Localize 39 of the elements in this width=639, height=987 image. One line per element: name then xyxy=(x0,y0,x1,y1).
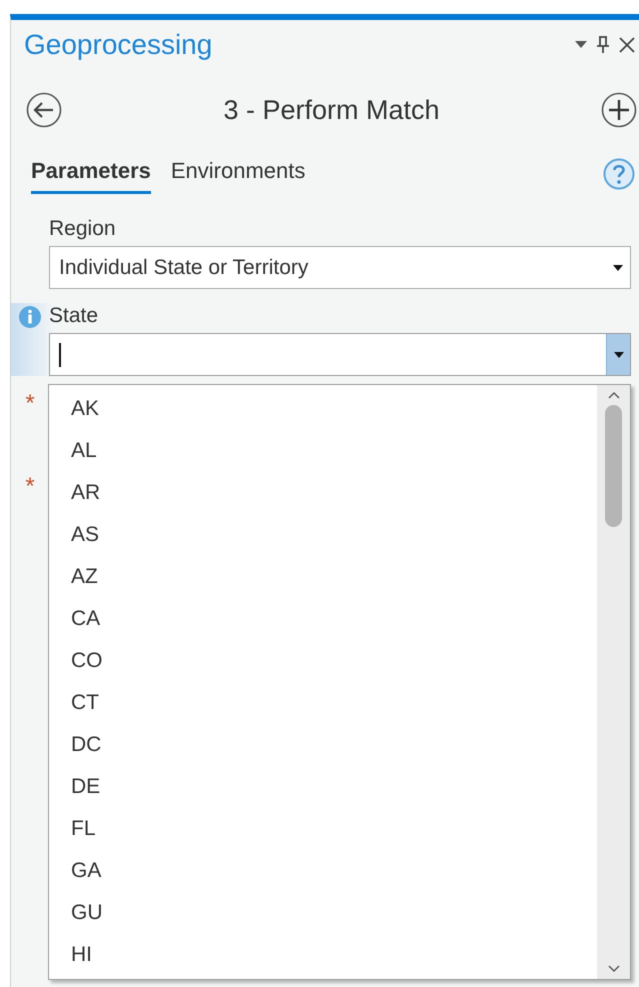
options-caret-icon[interactable] xyxy=(575,41,587,49)
close-icon[interactable] xyxy=(619,37,635,53)
add-icon[interactable] xyxy=(601,92,637,128)
caret-icon xyxy=(614,352,624,358)
tab[interactable]: Parameters xyxy=(31,154,151,194)
help-icon[interactable] xyxy=(603,158,635,190)
tab[interactable]: Environments xyxy=(170,154,306,194)
state-option[interactable]: AK xyxy=(49,388,597,430)
caret-icon xyxy=(613,264,623,270)
parameter-label: Region xyxy=(49,216,117,242)
state-option[interactable]: GA xyxy=(49,850,597,892)
tool-title: 3 - Perform Match xyxy=(223,94,440,127)
state-option[interactable]: AS xyxy=(49,514,597,556)
pin-icon[interactable] xyxy=(597,36,609,54)
required-mark: * xyxy=(25,473,35,501)
dropdown-button[interactable] xyxy=(606,334,630,375)
pane-title: Geoprocessing xyxy=(24,28,212,62)
state-option[interactable]: DC xyxy=(49,724,597,766)
state-option[interactable]: GU xyxy=(49,892,597,934)
state-option[interactable]: CT xyxy=(49,682,597,724)
state-combo-field[interactable] xyxy=(49,333,631,376)
info-icon xyxy=(18,305,42,329)
scroll-up-icon[interactable] xyxy=(608,391,620,399)
scroll-thumb[interactable] xyxy=(605,405,622,527)
state-option[interactable]: AZ xyxy=(49,556,597,598)
scroll-down-icon[interactable] xyxy=(608,965,620,973)
state-option[interactable]: FL xyxy=(49,808,597,850)
required-mark: * xyxy=(25,390,35,418)
parameter-label: State xyxy=(49,303,100,329)
state-option[interactable]: CA xyxy=(49,598,597,640)
scrollbar[interactable] xyxy=(597,385,630,979)
state-option[interactable]: DE xyxy=(49,766,597,808)
dropdown-value: Individual State or Territory xyxy=(58,254,308,281)
state-option[interactable]: HI xyxy=(49,934,597,976)
text-cursor-icon xyxy=(59,342,61,366)
region-dropdown[interactable]: Individual State or Territory xyxy=(49,246,631,289)
state-option[interactable]: AR xyxy=(49,472,597,514)
state-option[interactable]: AL xyxy=(49,430,597,472)
state-option[interactable]: CO xyxy=(49,640,597,682)
